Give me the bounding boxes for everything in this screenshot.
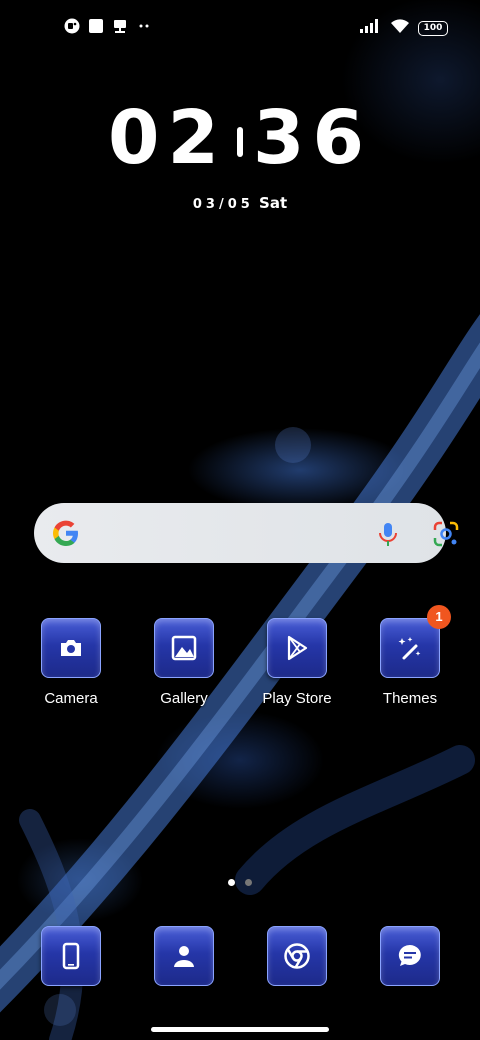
battery-level: 100 [423,23,443,33]
battery-icon: 100 [418,21,448,36]
app-label: Play Store [262,690,332,707]
messages-icon [398,944,421,966]
page-dot-inactive [245,879,252,886]
clock-minutes: 36 [253,95,372,181]
gallery-icon [171,635,197,661]
notification-icons [64,18,152,34]
chrome-app-tile[interactable] [267,926,327,986]
google-logo-icon [53,520,78,546]
date-text: 03/05 [192,197,254,212]
video-call-icon [64,18,80,34]
play-store-app-tile[interactable] [267,618,327,678]
weekday-text: Sat [259,194,288,212]
phone-icon [62,942,80,970]
notification-badge: 1 [427,605,451,629]
gallery-app-tile[interactable] [154,618,214,678]
app-label: Themes [382,690,438,707]
app-gallery[interactable]: Gallery [129,618,239,707]
messages-app-tile[interactable] [380,926,440,986]
system-icons: 100 [360,18,448,39]
themes-icon [398,637,421,660]
camera-icon [61,640,81,656]
clock-separator [237,127,243,158]
app-label: Camera [44,690,98,707]
page-dot-active [228,879,235,886]
app-play-store[interactable]: Play Store [242,618,352,707]
dock-phone[interactable] [16,926,126,986]
contacts-icon [174,946,194,967]
dock-chrome[interactable] [242,926,352,986]
app-label: Gallery [160,690,208,707]
microphone-icon[interactable] [374,520,402,548]
google-lens-icon[interactable] [432,520,460,548]
phone-app-tile[interactable] [41,926,101,986]
home-screen: 100 02 36 03/05 Sat Camera Gallery Play … [0,0,480,1040]
clock-date: 03/05 Sat [0,194,480,212]
themes-app-tile[interactable]: 1 [380,605,451,678]
google-search-bar[interactable] [34,503,459,563]
camera-app-tile[interactable] [41,618,101,678]
status-bar: 100 [0,0,480,56]
more-dots-icon [136,18,152,34]
clock-hours: 02 [108,95,227,181]
play-store-icon [287,635,308,661]
wifi-icon [390,18,410,39]
clock-widget[interactable]: 02 36 03/05 Sat [0,96,480,212]
signal-icon [360,19,382,38]
contacts-app-tile[interactable] [154,926,214,986]
clock-time: 02 36 [0,96,480,180]
home-gesture-bar[interactable] [151,1027,329,1032]
chrome-icon [284,943,310,969]
square-notification-icon [88,18,104,34]
screenshot-icon [112,18,128,34]
page-indicator[interactable] [228,879,252,886]
dock-messages[interactable] [355,926,465,986]
app-camera[interactable]: Camera [16,618,126,707]
dock-contacts[interactable] [129,926,239,986]
app-themes[interactable]: 1 Themes [355,605,465,707]
